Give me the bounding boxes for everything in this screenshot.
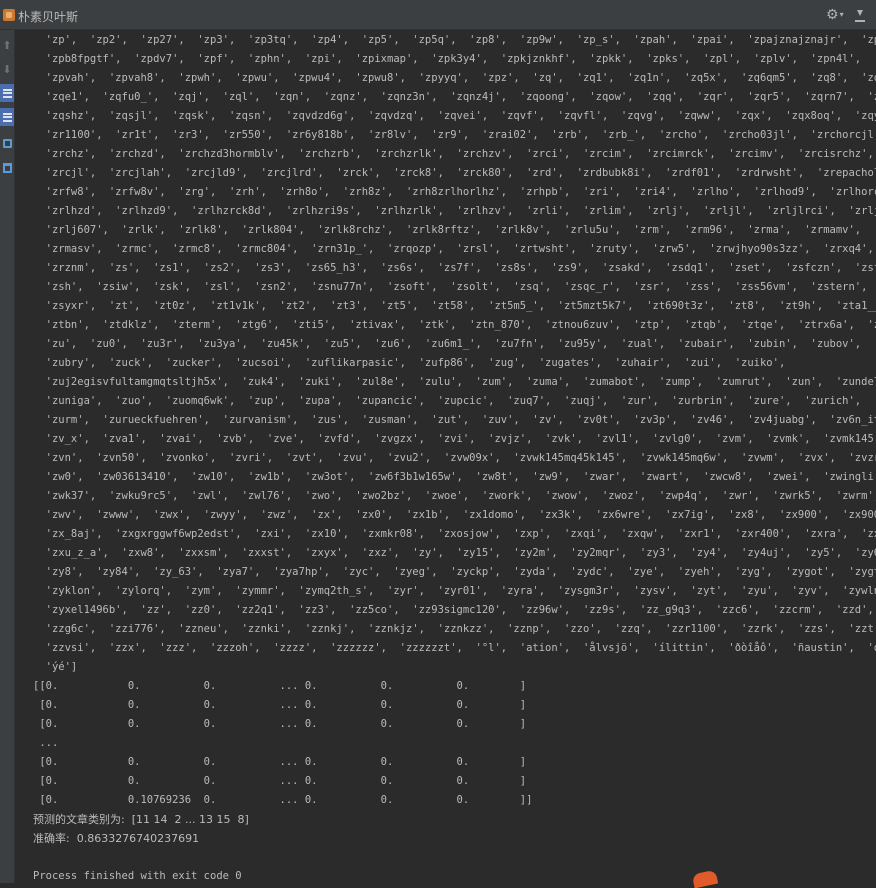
console-line: 'zp', 'zp2', 'zp27', 'zp3', 'zp3tq', 'zp… (33, 34, 876, 46)
console-line: [0. 0. 0. ... 0. 0. 0. ] (33, 775, 527, 787)
scroll-to-end-icon (2, 112, 12, 122)
scroll-up-button[interactable]: ⬆ (0, 36, 14, 54)
console-line: 'zuj2egisvfultamgmqtsltjh5x', 'zuk4', 'z… (33, 376, 876, 388)
scroll-down-button[interactable]: ⬇ (0, 60, 14, 78)
console-line: 'zyklon', 'zylorq', 'zym', 'zymmr', 'zym… (33, 585, 876, 597)
console-line: 'zrznm', 'zs', 'zs1', 'zs2', 'zs3', 'zs6… (33, 262, 876, 274)
console-line: 'zrcjl', 'zrcjlah', 'zrcjld9', 'zrcjlrd'… (45, 167, 876, 179)
console-output[interactable]: 'zp', 'zp2', 'zp27', 'zp3', 'zp3tq', 'zp… (33, 31, 876, 883)
chevron-down-icon: ▾ (839, 10, 844, 19)
console-line: 'zrmasv', 'zrmc', 'zrmc8', 'zrmc804', 'z… (45, 243, 874, 255)
console-line: ... (33, 737, 59, 749)
console-line: [0. 0. 0. ... 0. 0. 0. ] (33, 699, 527, 711)
console-line: 'zubry', 'zuck', 'zucker', 'zucsoi', 'zu… (33, 357, 786, 369)
trash-icon (2, 163, 12, 173)
console-line: 'zqshz', 'zqsjl', 'zqsk', 'zqsn', 'zqvdz… (45, 110, 876, 122)
console-line: 'ýé'] (33, 661, 78, 673)
settings-dropdown[interactable]: ⚙▾ (826, 7, 844, 23)
console-line: [0. 0. 0. ... 0. 0. 0. ] (33, 718, 527, 730)
console-line: 'ztbn', 'ztdklz', 'zterm', 'ztg6', 'zti5… (33, 319, 876, 331)
console-title-bar: 朴素贝叶斯 ⚙▾ (0, 0, 876, 30)
run-tab-title[interactable]: 朴素贝叶斯 (18, 8, 78, 25)
console-line: 'zqe1', 'zqfu0_', 'zqj', 'zql', 'zqn', '… (33, 91, 876, 103)
console-line: 'zv_x', 'zva1', 'zvai', 'zvb', 'zve', 'z… (33, 433, 876, 445)
console-side-toolbar: ⬆ ⬇ (0, 30, 15, 883)
console-line: 'zrfw8', 'zrfw8v', 'zrg', 'zrh', 'zrh8o'… (33, 186, 876, 198)
console-line: [0. 0.10769236 0. ... 0. 0. 0. ]] (33, 794, 533, 806)
console-line: [[0. 0. 0. ... 0. 0. 0. ] (33, 680, 527, 692)
console-line: 准确率: 0.8633276740237691 (33, 832, 200, 845)
soft-wrap-button[interactable] (0, 84, 14, 102)
console-line: 'zpvah', 'zpvah8', 'zpwh', 'zpwu', 'zpwu… (33, 72, 876, 84)
print-button[interactable] (0, 134, 14, 152)
gear-icon: ⚙ (826, 7, 839, 23)
console-line: 'zzg6c', 'zzi776', 'zzneu', 'zznki', 'zz… (33, 623, 876, 635)
console-line: 'zwv', 'zwww', 'zwx', 'zwyy', 'zwz', 'zx… (33, 509, 876, 521)
printer-icon (2, 138, 12, 148)
console-line: 'zrchz', 'zrchzd', 'zrchzd3hormblv', 'zr… (33, 148, 876, 160)
run-config-icon (3, 9, 15, 21)
console-line: 'zvn', 'zvn50', 'zvonko', 'zvri', 'zvt',… (45, 452, 876, 464)
arrow-up-icon: ⬆ (2, 38, 12, 52)
console-line: 'zsh', 'zsiw', 'zsk', 'zsl', 'zsn2', 'zs… (45, 281, 868, 293)
console-line: 'zy8', 'zy84', 'zy_63', 'zya7', 'zya7hp'… (33, 566, 876, 578)
console-line: 'zwk37', 'zwku9rc5', 'zwl', 'zwl76', 'zw… (45, 490, 876, 502)
console-line: 'zpb8fpgtf', 'zpdv7', 'zpf', 'zphn', 'zp… (45, 53, 876, 65)
console-line: Process finished with exit code 0 (33, 870, 242, 882)
console-line: 'zrlhzd', 'zrlhzd9', 'zrlhzrck8d', 'zrlh… (33, 205, 876, 217)
console-line: [0. 0. 0. ... 0. 0. 0. ] (33, 756, 527, 768)
console-line: 'zw0', 'zw03613410', 'zw10', 'zw1b', 'zw… (33, 471, 876, 483)
console-line: 'zurm', 'zurueckfuehren', 'zurvanism', '… (45, 414, 876, 426)
soft-wrap-icon (2, 88, 12, 98)
hide-panel-icon[interactable] (855, 10, 865, 22)
console-line: 'zxu_z_a', 'zxw8', 'zxxsm', 'zxxst', 'zx… (33, 547, 876, 559)
console-line: 'zyxel1496b', 'zz', 'zz0', 'zz2q1', 'zz3… (33, 604, 876, 616)
console-line: 'zuniga', 'zuo', 'zuomq6wk', 'zup', 'zup… (45, 395, 876, 407)
scroll-to-end-button[interactable] (0, 108, 14, 126)
console-line: 'zr1100', 'zr1t', 'zr3', 'zr550', 'zr6y8… (33, 129, 876, 141)
console-line: 'zsyxr', 'zt', 'zt0z', 'zt1v1k', 'zt2', … (33, 300, 876, 312)
console-line: 预测的文章类别为: [11 14 2 ... 13 15 8] (33, 813, 249, 826)
console-line: 'zzvsi', 'zzx', 'zzz', 'zzzoh', 'zzzz', … (33, 642, 876, 654)
console-line: 'zx_8aj', 'zxgxrggwf6wp2edst', 'zxi', 'z… (33, 528, 876, 540)
clear-all-button[interactable] (0, 159, 14, 177)
console-line: 'zrlj607', 'zrlk', 'zrlk8', 'zrlk804', '… (33, 224, 876, 236)
arrow-down-icon: ⬇ (2, 62, 12, 76)
console-line: 'zu', 'zu0', 'zu3r', 'zu3ya', 'zu45k', '… (33, 338, 876, 350)
